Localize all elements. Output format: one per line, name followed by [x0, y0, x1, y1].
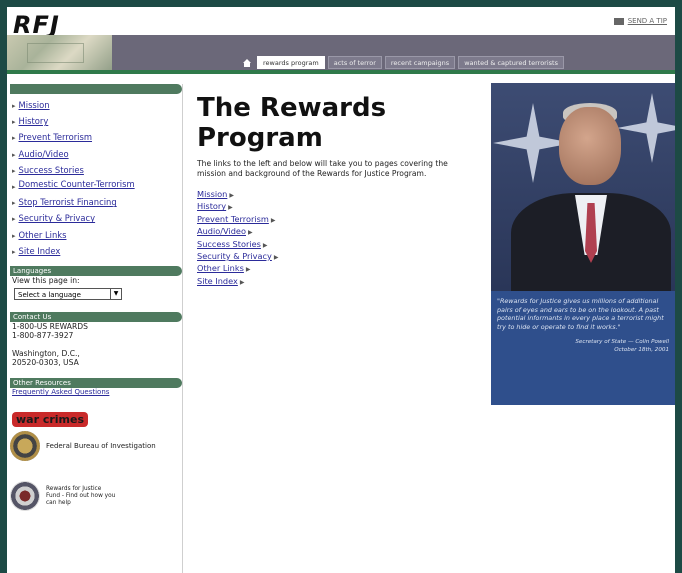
arrow-right-icon: ▶: [273, 254, 279, 262]
send-tip-link[interactable]: SEND A TIP: [613, 17, 667, 25]
bullet-icon: ▸: [12, 118, 16, 127]
languages-heading: Languages: [10, 266, 182, 277]
sidebar-item-audio-video[interactable]: ▸ Audio/Video: [10, 147, 182, 163]
main-link-success-stories[interactable]: Success Stories ▶: [197, 239, 487, 251]
rfj-fund-link[interactable]: Rewards for Justice Fund - Find out how …: [10, 481, 182, 512]
sidebar-item-mission[interactable]: ▸ Mission: [10, 98, 182, 114]
contact-phone1: 1-800-US REWARDS: [12, 322, 88, 332]
bullet-icon: ▸: [12, 215, 16, 224]
bullet-icon: ▸: [12, 166, 16, 175]
main-link-prevent-terrorism[interactable]: Prevent Terrorism ▶: [197, 214, 487, 226]
fbi-seal-icon: [10, 431, 40, 462]
main-link-history[interactable]: History ▶: [197, 201, 487, 213]
page-title: The Rewards Program: [197, 93, 487, 153]
war-crimes-banner[interactable]: war crimes: [12, 412, 89, 428]
sidebar-header: [10, 84, 182, 94]
resources-heading: Other Resources: [10, 378, 182, 389]
bullet-icon: ▸: [12, 247, 16, 256]
rfj-fund-label: Rewards for Justice Fund - Find out how …: [46, 485, 116, 506]
nato-star-shape: [617, 93, 675, 163]
bullet-icon: ▸: [12, 199, 16, 208]
sidebar-item-history[interactable]: ▸ History: [10, 114, 182, 130]
quote-text: "Rewards for Justice gives us millions o…: [497, 297, 664, 331]
tab-wanted-captured[interactable]: wanted & captured terrorists: [458, 56, 564, 69]
fbi-label: Federal Bureau of Investigation: [46, 442, 156, 451]
main-link-site-index[interactable]: Site Index ▶: [197, 276, 487, 288]
sidebar-item-success-stories[interactable]: ▸ Success Stories: [10, 163, 182, 179]
sidebar-item-stop-financing[interactable]: ▸ Stop Terrorist Financing: [10, 195, 182, 211]
sidebar-links: ▸ Mission ▸ History ▸ Prevent Terrorism ▸ Au…: [10, 98, 182, 260]
arrow-right-icon: ▶: [228, 204, 233, 212]
sidebar-item-prevent-terrorism[interactable]: ▸ Prevent Terrorism: [10, 130, 182, 146]
bullet-icon: ▸: [12, 183, 16, 192]
quote-author: Secretary of State — Colin Powell: [575, 339, 669, 346]
nav-tabs: rewards program acts of terror recent ca…: [240, 56, 564, 69]
quote-date: October 18th, 2001: [614, 346, 669, 353]
languages-label: View this page in:: [12, 276, 80, 286]
sidebar-item-security-privacy[interactable]: ▸ Security & Privacy: [10, 211, 182, 227]
main-link-security-privacy[interactable]: Security & Privacy ▶: [197, 251, 487, 263]
main-link-mission[interactable]: Mission ▶: [197, 189, 487, 201]
arrow-right-icon: ▶: [262, 241, 268, 249]
bullet-icon: ▸: [12, 102, 16, 110]
arrow-right-icon: ▶: [270, 216, 276, 224]
languages-section: Languages View this page in: Select a la…: [10, 266, 182, 301]
arrow-right-icon: ▶: [229, 192, 234, 199]
chevron-down-icon[interactable]: ▼: [110, 289, 121, 300]
main-links: Mission ▶ History ▶ Prevent Terrorism ▶ Aud…: [197, 189, 487, 288]
page-title-line1: The Rewards: [197, 93, 387, 123]
bullet-icon: ▸: [12, 231, 16, 240]
language-select-value: Select a language: [18, 291, 81, 300]
nav-divider: [7, 70, 675, 74]
resources-section: Other Resources Frequently Asked Questio…: [10, 378, 182, 396]
main-link-audio-video[interactable]: Audio/Video ▶: [197, 226, 487, 238]
page: RFJ SEND A TIP rewards program acts of t…: [7, 7, 675, 573]
faq-link[interactable]: Frequently Asked Questions: [10, 388, 182, 396]
home-icon[interactable]: [240, 56, 254, 69]
sidebar-item-site-index[interactable]: ▸ Site Index: [10, 244, 182, 260]
powell-photo: [491, 83, 675, 291]
arrow-right-icon: ▶: [247, 229, 253, 237]
sidebar: ▸ Mission ▸ History ▸ Prevent Terrorism ▸ Au…: [10, 84, 183, 573]
intro-text: The links to the left and below will tak…: [197, 159, 448, 178]
arrow-right-icon: ▶: [239, 278, 245, 286]
sidebar-item-domestic-counter-terrorism[interactable]: ▸ Domestic Counter-Terrorism: [10, 179, 182, 195]
quote-box: "Rewards for Justice gives us millions o…: [491, 291, 675, 405]
envelope-icon: [613, 17, 624, 25]
photo-head: [559, 107, 621, 185]
rfj-fund-seal-icon: [10, 481, 40, 512]
tab-recent-campaigns[interactable]: recent campaigns: [384, 56, 456, 69]
contact-section: Contact Us 1-800-US REWARDS 1-800-877-39…: [10, 312, 182, 367]
bullet-icon: ▸: [12, 150, 16, 159]
tab-rewards-program[interactable]: rewards program: [257, 56, 325, 69]
header-money-image: [7, 35, 112, 70]
tab-acts-of-terror[interactable]: acts of terror: [327, 56, 382, 69]
contact-city: Washington, D.C.,: [12, 349, 80, 359]
language-select[interactable]: Select a language ▼: [14, 288, 122, 301]
sidebar-item-other-links[interactable]: ▸ Other Links: [10, 228, 182, 244]
main-link-other-links[interactable]: Other Links ▶: [197, 263, 487, 275]
fbi-link[interactable]: Federal Bureau of Investigation: [10, 431, 182, 462]
arrow-right-icon: ▶: [245, 266, 251, 274]
contact-heading: Contact Us: [10, 312, 182, 323]
contact-zip: 20520-0303, USA: [12, 358, 79, 368]
main-content: The Rewards Program The links to the lef…: [197, 93, 487, 288]
contact-phone2: 1-800-877-3927: [12, 331, 74, 341]
send-tip-label: SEND A TIP: [627, 17, 667, 25]
page-title-line2: Program: [197, 123, 323, 153]
quote-attribution: Secretary of State — Colin Powell Octobe…: [491, 331, 675, 354]
bullet-icon: ▸: [12, 134, 16, 143]
